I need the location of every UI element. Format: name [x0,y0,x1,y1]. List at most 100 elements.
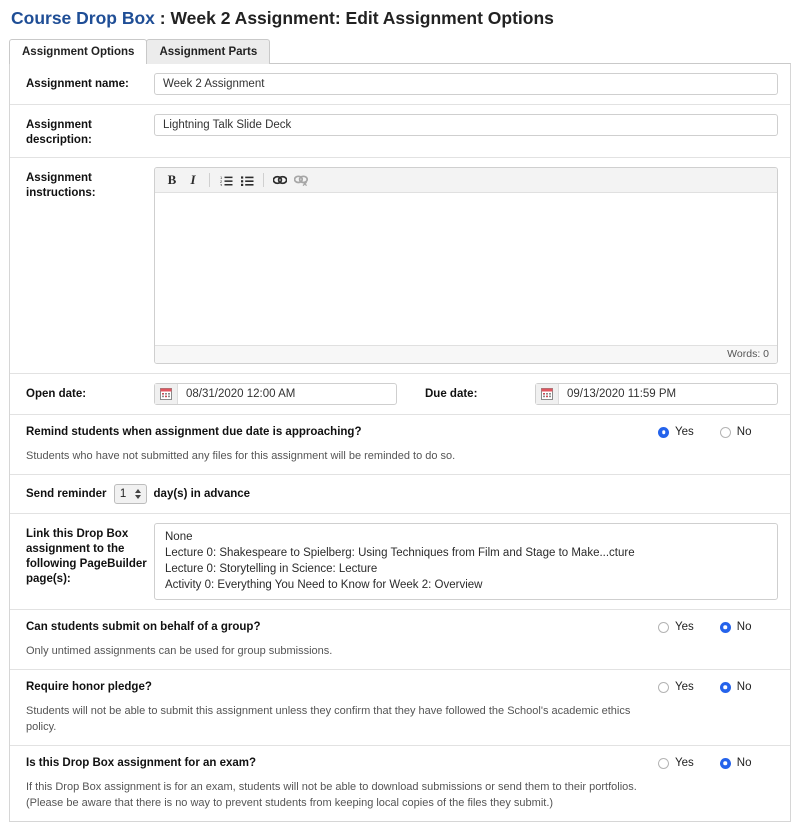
page-title-separator: : [154,8,171,28]
radio-label: No [736,426,752,438]
link-icon[interactable] [271,171,289,189]
radio-exam-yes[interactable]: Yes [658,757,694,769]
question-help-text: Only untimed assignments can be used for… [26,645,333,657]
radio-group-honor-pledge: Yes No [658,680,778,693]
radio-group-no[interactable]: No [719,621,752,633]
send-reminder-suffix-label: day(s) in advance [153,488,251,500]
row-pagebuilder-link: Link this Drop Box assignment to the fol… [10,514,790,610]
radio-honor-yes[interactable]: Yes [658,681,694,693]
assignment-name-input[interactable] [154,73,778,95]
radio-indicator [719,681,731,693]
toolbar-divider [263,173,264,187]
question-title: Remind students when assignment due date… [26,426,362,438]
list-item[interactable]: Lecture 0: Storytelling in Science: Lect… [155,561,777,577]
radio-label: Yes [675,621,694,633]
radio-label: Yes [675,426,694,438]
assignment-instructions-label: Assignment instructions: [26,172,96,199]
page-title: Course Drop Box : Week 2 Assignment: Edi… [0,0,800,34]
send-reminder-days-value: 1 [119,488,127,500]
radio-group-yes[interactable]: Yes [658,621,694,633]
row-send-reminder: Send reminder 1 day(s) in advance [10,475,790,514]
radio-remind-yes[interactable]: Yes [658,426,694,438]
italic-icon[interactable]: I [184,171,202,189]
open-date-label: Open date: [26,388,87,400]
pagebuilder-pages-listbox[interactable]: None Lecture 0: Shakespeare to Spielberg… [154,523,778,600]
assignment-description-input[interactable] [154,114,778,136]
question-help-text: If this Drop Box assignment is for an ex… [26,781,637,809]
question-title: Can students submit on behalf of a group… [26,621,261,633]
open-date-group [154,383,397,405]
question-group-submission: Can students submit on behalf of a group… [10,610,790,670]
stepper-down-icon[interactable] [134,495,141,499]
row-assignment-description: Assignment description: [10,105,790,158]
radio-remind-no[interactable]: No [719,426,752,438]
bulleted-list-icon[interactable] [238,171,256,189]
radio-indicator [719,757,731,769]
radio-indicator [658,681,669,693]
editor-word-count: Words: 0 [155,345,777,363]
question-help-text: Students who have not submitted any file… [26,450,456,462]
radio-label: Yes [675,681,694,693]
stepper-up-icon[interactable] [134,489,141,493]
assignment-name-field-wrap [154,73,778,95]
question-text-wrap: Can students submit on behalf of a group… [26,620,658,659]
due-date-group [535,383,778,405]
tab-assignment-parts-label: Assignment Parts [159,46,258,58]
radio-group-is-exam: Yes No [658,756,778,769]
tab-assignment-parts[interactable]: Assignment Parts [146,39,271,64]
due-date-input[interactable] [559,384,777,404]
toolbar-divider [209,173,210,187]
numbered-list-icon[interactable]: 1 2 3 [217,171,235,189]
radio-indicator [658,426,669,438]
row-assignment-name: Assignment name: [10,64,790,105]
rich-text-editor: B I 1 2 3 Words: 0 [154,167,778,364]
list-item[interactable]: Activity 0: Everything You Need to Know … [155,577,777,593]
unlink-icon[interactable] [292,171,310,189]
radio-label: Yes [675,757,694,769]
radio-group-remind-students: Yes No [658,425,778,438]
list-item[interactable]: Lecture 0: Shakespeare to Spielberg: Usi… [155,545,777,561]
radio-label: No [736,681,752,693]
calendar-icon[interactable] [155,384,178,404]
radio-label: No [736,757,752,769]
page-title-subtitle: Week 2 Assignment: Edit Assignment Optio… [170,8,554,28]
radio-group-group-submission: Yes No [658,620,778,633]
bold-icon[interactable]: B [163,171,181,189]
question-honor-pledge: Require honor pledge? Students will not … [10,670,790,746]
question-text-wrap: Remind students when assignment due date… [26,425,658,464]
radio-indicator [658,621,669,633]
assignment-instructions-field-wrap: B I 1 2 3 Words: 0 [154,167,778,364]
question-help-text: Students will not be able to submit this… [26,705,631,733]
due-date-label: Due date: [425,388,478,400]
question-title: Require honor pledge? [26,681,152,693]
list-item[interactable]: None [155,529,777,545]
pagebuilder-link-label: Link this Drop Box assignment to the fol… [26,528,147,585]
question-is-exam: Is this Drop Box assignment for an exam?… [10,746,790,821]
page-title-brand: Course Drop Box [11,8,155,28]
radio-honor-no[interactable]: No [719,681,752,693]
tab-bar: Assignment Options Assignment Parts [0,38,800,64]
assignment-name-label: Assignment name: [26,78,129,90]
pagebuilder-link-field-wrap: None Lecture 0: Shakespeare to Spielberg… [154,523,778,600]
row-dates: Open date: Due date: [10,374,790,415]
radio-indicator [719,621,731,633]
open-date-input[interactable] [178,384,396,404]
editor-content-area[interactable] [155,193,777,345]
calendar-icon[interactable] [536,384,559,404]
send-reminder-days-stepper[interactable]: 1 [113,484,147,504]
send-reminder-prefix-label: Send reminder [26,488,107,500]
dates-container: Open date: Due date: [10,374,790,414]
stepper-arrows [132,489,146,499]
assignment-description-label: Assignment description: [26,119,92,146]
radio-label: No [736,621,752,633]
question-title: Is this Drop Box assignment for an exam? [26,757,257,769]
assignment-options-form: Assignment name: Assignment description:… [9,63,791,822]
radio-indicator [719,426,731,438]
question-text-wrap: Is this Drop Box assignment for an exam?… [26,756,658,811]
radio-exam-no[interactable]: No [719,757,752,769]
assignment-description-field-wrap [154,114,778,136]
editor-toolbar: B I 1 2 3 [155,168,777,193]
row-assignment-instructions: Assignment instructions: B I 1 2 3 Words… [10,158,790,374]
question-text-wrap: Require honor pledge? Students will not … [26,680,658,735]
tab-assignment-options[interactable]: Assignment Options [9,39,148,64]
